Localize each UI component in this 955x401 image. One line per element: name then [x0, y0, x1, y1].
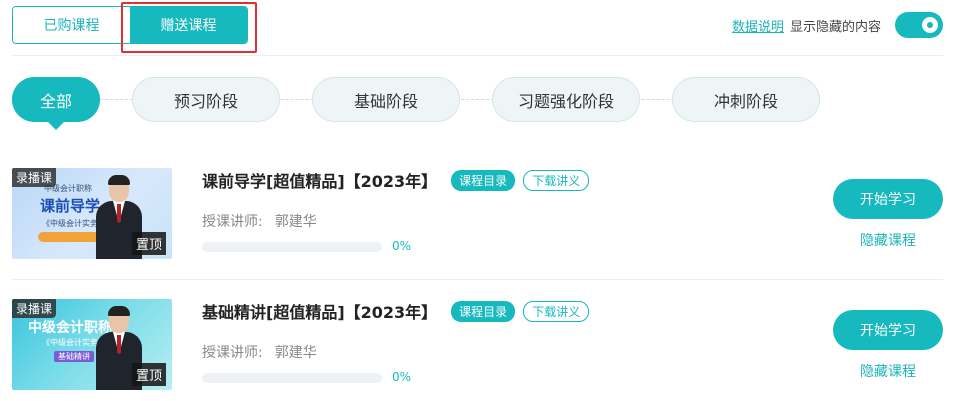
progress-bar [202, 242, 382, 252]
course-catalog-tag[interactable]: 课程目录 [451, 169, 516, 191]
stage-preview[interactable]: 预习阶段 [132, 77, 280, 122]
start-learning-button[interactable]: 开始学习 [833, 310, 943, 350]
stage-sprint[interactable]: 冲刺阶段 [672, 77, 820, 122]
recorded-badge: 录播课 [12, 168, 57, 187]
tab-purchased-courses[interactable]: 已购课程 [13, 7, 130, 43]
course-thumbnail[interactable]: 中级会计职称 《中级会计实务》 基础精讲 录播课 置顶 [12, 299, 172, 390]
download-handout-tag[interactable]: 下载讲义 [523, 169, 590, 191]
download-handout-tag[interactable]: 下载讲义 [523, 300, 590, 322]
teacher-label: 授课讲师: [202, 214, 263, 230]
tab-gifted-courses[interactable]: 赠送课程 [130, 7, 247, 43]
data-explanation-link[interactable]: 数据说明 [732, 16, 784, 35]
recorded-badge: 录播课 [12, 299, 57, 318]
show-hidden-label: 显示隐藏的内容 [789, 19, 881, 35]
hide-course-link[interactable]: 隐藏课程 [833, 361, 943, 381]
teacher-info: 授课讲师: 郭建华 [202, 342, 317, 362]
start-learning-button[interactable]: 开始学习 [833, 179, 943, 219]
course-card: 中级会计职称 《中级会计实务》 基础精讲 录播课 置顶 基础精讲[超值精品]【2… [12, 299, 943, 391]
teacher-name: 郭建华 [274, 345, 317, 361]
progress-bar [202, 373, 382, 383]
progress-text: 0% [392, 370, 412, 384]
thumbnail-line3: 基础精讲 [54, 351, 94, 362]
course-title-row: 基础精讲[超值精品]【2023年】 课程目录 下载讲义 [202, 299, 590, 323]
course-card: 中级会计职称 课前导学 《中级会计实务》 录播课 置顶 课前导学[超值精品]【2… [12, 168, 943, 260]
course-title-row: 课前导学[超值精品]【2023年】 课程目录 下载讲义 [202, 168, 590, 192]
divider [12, 279, 943, 280]
hide-course-link[interactable]: 隐藏课程 [833, 230, 943, 250]
stage-basic[interactable]: 基础阶段 [312, 77, 460, 122]
course-type-tabs: 已购课程 赠送课程 [12, 6, 248, 44]
show-hidden-toggle[interactable] [895, 12, 943, 38]
top-right-controls: 数据说明 显示隐藏的内容 [732, 11, 943, 39]
teacher-name: 郭建华 [274, 214, 317, 230]
thumbnail-ribbon [38, 232, 100, 242]
divider [12, 55, 943, 56]
course-title[interactable]: 课前导学[超值精品]【2023年】 [202, 168, 437, 192]
toggle-knob [922, 17, 938, 33]
course-thumbnail[interactable]: 中级会计职称 课前导学 《中级会计实务》 录播课 置顶 [12, 168, 172, 259]
pinned-badge: 置顶 [131, 232, 166, 255]
stage-all[interactable]: 全部 [12, 77, 100, 130]
stage-exercise[interactable]: 习题强化阶段 [492, 77, 640, 122]
thumbnail-line2: 课前导学 [40, 197, 101, 215]
teacher-info: 授课讲师: 郭建华 [202, 211, 317, 231]
teacher-label: 授课讲师: [202, 345, 263, 361]
course-catalog-tag[interactable]: 课程目录 [451, 300, 516, 322]
course-title[interactable]: 基础精讲[超值精品]【2023年】 [202, 299, 437, 323]
progress-text: 0% [392, 239, 412, 253]
pinned-badge: 置顶 [131, 363, 166, 386]
